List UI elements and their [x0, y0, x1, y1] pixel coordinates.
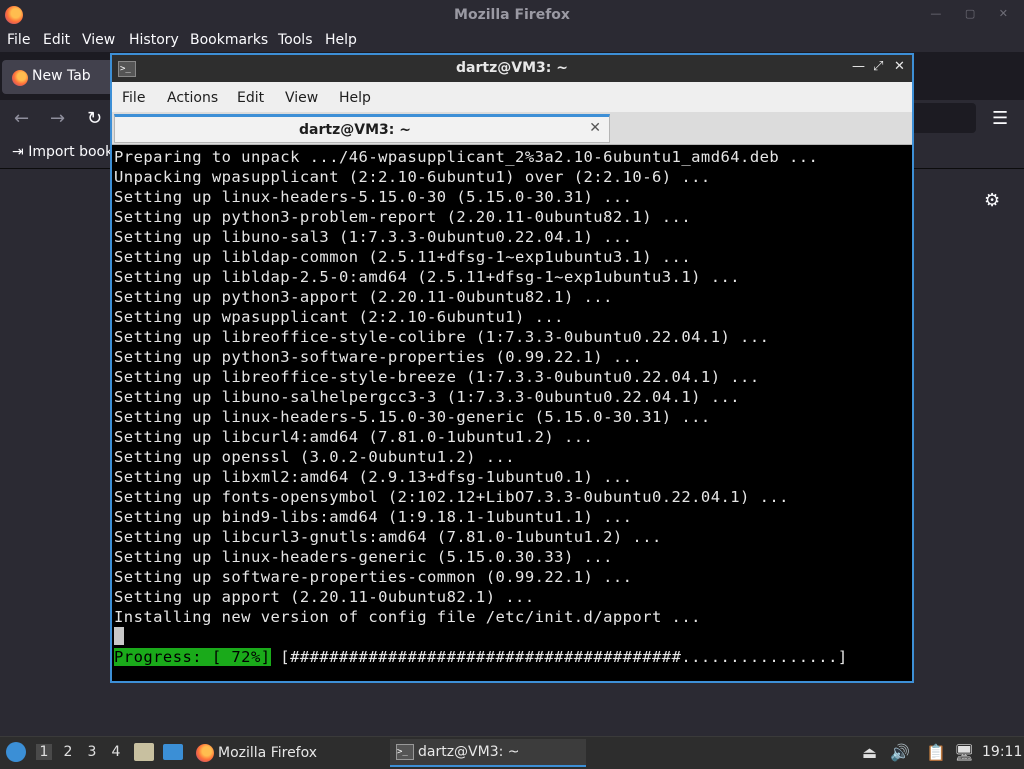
terminal-line: Setting up fonts-opensymbol (2:102.12+Li… [114, 488, 789, 506]
terminal-line: Setting up wpasupplicant (2:2.10-6ubuntu… [114, 308, 564, 326]
show-desktop-icon[interactable] [163, 744, 183, 760]
close-icon[interactable]: ✕ [894, 59, 905, 74]
terminal-line: Setting up python3-apport (2.20.11-0ubun… [114, 288, 613, 306]
clock[interactable]: 19:11 [982, 744, 1022, 760]
taskbar: 1 2 3 4 Mozilla Firefox >_ dartz@VM3: ~ … [0, 736, 1024, 769]
terminal-line: Setting up python3-software-properties (… [114, 348, 643, 366]
taskbar-task-terminal[interactable]: >_ dartz@VM3: ~ [390, 739, 586, 767]
firefox-icon [196, 744, 214, 762]
terminal-titlebar[interactable]: >_ dartz@VM3: ~ — ⤢ ✕ [112, 55, 912, 82]
terminal-menu-view[interactable]: View [285, 90, 318, 106]
volume-icon[interactable]: 🔊 [890, 743, 910, 762]
terminal-lines: Preparing to unpack .../46-wpasupplicant… [114, 147, 818, 627]
terminal-line: Preparing to unpack .../46-wpasupplicant… [114, 148, 819, 166]
terminal-line: Setting up libldap-2.5-0:amd64 (2.5.11+d… [114, 268, 741, 286]
terminal-line: Setting up software-properties-common (0… [114, 568, 633, 586]
firefox-icon [12, 70, 28, 86]
workspace-4[interactable]: 4 [108, 744, 124, 760]
terminal-menu-file[interactable]: File [122, 90, 145, 106]
terminal-window-title: dartz@VM3: ~ [456, 60, 568, 76]
firefox-menu-help[interactable]: Help [325, 32, 357, 48]
progress-row: Progress: [ 72%] [######################… [114, 647, 848, 667]
start-menu-icon[interactable] [6, 742, 26, 762]
firefox-url-bar[interactable] [910, 103, 976, 133]
terminal-menu-actions[interactable]: Actions [167, 90, 218, 106]
terminal-output[interactable]: Preparing to unpack .../46-wpasupplicant… [112, 145, 912, 681]
firefox-menu-view[interactable]: View [82, 32, 115, 48]
firefox-window-controls[interactable]: — ▢ ✕ [930, 7, 1018, 20]
tab-close-icon[interactable]: ✕ [589, 120, 601, 136]
terminal-line: Setting up linux-headers-5.15.0-30 (5.15… [114, 188, 633, 206]
terminal-tab-label: dartz@VM3: ~ [299, 122, 411, 138]
terminal-window: >_ dartz@VM3: ~ — ⤢ ✕ File Actions Edit … [110, 53, 914, 683]
file-manager-icon[interactable] [134, 743, 154, 761]
firefox-tab-label: New Tab [32, 68, 91, 84]
terminal-line: Setting up libcurl4:amd64 (7.81.0-1ubunt… [114, 428, 594, 446]
terminal-line: Setting up libuno-sal3 (1:7.3.3-0ubuntu0… [114, 228, 633, 246]
network-icon[interactable]: 🖥 [954, 743, 974, 762]
taskbar-task-firefox-label: Mozilla Firefox [218, 745, 318, 761]
maximize-icon[interactable]: ⤢ [873, 59, 883, 74]
import-bookmarks-button[interactable]: ⇥ Import book [12, 144, 113, 160]
terminal-menu-help[interactable]: Help [339, 90, 371, 106]
terminal-line: Setting up libxml2:amd64 (2.9.13+dfsg-1u… [114, 468, 633, 486]
firefox-menu-edit[interactable]: Edit [43, 32, 70, 48]
terminal-tab[interactable]: dartz@VM3: ~ ✕ [114, 114, 610, 143]
terminal-icon: >_ [396, 744, 414, 760]
terminal-line: Installing new version of config file /e… [114, 608, 701, 626]
terminal-line: Setting up libreoffice-style-breeze (1:7… [114, 368, 760, 386]
progress-label: Progress: [ 72%] [114, 648, 271, 666]
back-arrow-icon[interactable]: ← [14, 108, 29, 129]
terminal-line: Setting up bind9-libs:amd64 (1:9.18.1-1u… [114, 508, 633, 526]
firefox-tab-new-tab[interactable]: New Tab [2, 60, 122, 94]
terminal-line: Setting up linux-headers-5.15.0-30-gener… [114, 408, 711, 426]
firefox-menu-bookmarks[interactable]: Bookmarks [190, 32, 268, 48]
progress-bar: [#######################################… [270, 648, 848, 666]
terminal-line: Setting up libreoffice-style-colibre (1:… [114, 328, 770, 346]
minimize-icon[interactable]: — [852, 59, 865, 74]
clipboard-icon[interactable]: 📋 [926, 743, 946, 762]
forward-arrow-icon[interactable]: → [50, 108, 65, 129]
terminal-line: Setting up apport (2.20.11-0ubuntu82.1) … [114, 588, 535, 606]
terminal-menubar: File Actions Edit View Help [112, 82, 912, 112]
firefox-menu-file[interactable]: File [7, 32, 30, 48]
import-bookmarks-label: Import book [28, 144, 114, 160]
workspace-2[interactable]: 2 [60, 744, 76, 760]
taskbar-task-firefox[interactable]: Mozilla Firefox [192, 739, 380, 767]
reload-icon[interactable]: ↻ [87, 108, 102, 129]
terminal-menu-edit[interactable]: Edit [237, 90, 264, 106]
terminal-line: Setting up openssl (3.0.2-0ubuntu1.2) ..… [114, 448, 516, 466]
workspace-1[interactable]: 1 [36, 744, 52, 760]
firefox-titlebar: Mozilla Firefox — ▢ ✕ [0, 0, 1024, 30]
terminal-line: Setting up python3-problem-report (2.20.… [114, 208, 692, 226]
hamburger-icon[interactable]: ☰ [992, 108, 1008, 129]
taskbar-task-terminal-label: dartz@VM3: ~ [418, 744, 520, 760]
terminal-line: Setting up libuno-salhelpergcc3-3 (1:7.3… [114, 388, 741, 406]
firefox-menubar: File Edit View History Bookmarks Tools H… [0, 30, 1024, 52]
firefox-menu-tools[interactable]: Tools [278, 32, 313, 48]
gear-icon[interactable]: ⚙ [984, 190, 1000, 211]
firefox-menu-history[interactable]: History [129, 32, 179, 48]
terminal-line: Unpacking wpasupplicant (2:2.10-6ubuntu1… [114, 168, 711, 186]
update-notifier-icon[interactable]: ⏏ [862, 743, 877, 762]
terminal-tabstrip: dartz@VM3: ~ ✕ [112, 112, 912, 145]
terminal-line: Setting up libcurl3-gnutls:amd64 (7.81.0… [114, 528, 662, 546]
terminal-line: Setting up linux-headers-generic (5.15.0… [114, 548, 613, 566]
terminal-line: Setting up libldap-common (2.5.11+dfsg-1… [114, 248, 692, 266]
terminal-cursor [114, 627, 124, 645]
workspace-3[interactable]: 3 [84, 744, 100, 760]
firefox-window-title: Mozilla Firefox [454, 7, 570, 23]
